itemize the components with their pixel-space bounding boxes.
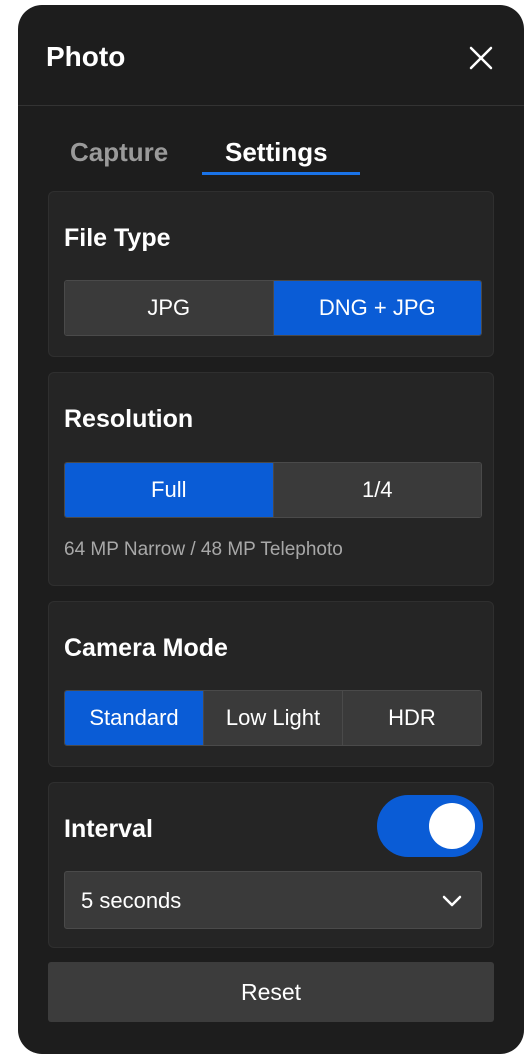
panel-title: Photo [46,41,126,72]
resolution-selector: Full 1/4 [64,462,482,518]
resolution-hint: 64 MP Narrow / 48 MP Telephoto [64,539,343,560]
file-type-card: File Type JPG DNG + JPG [48,191,494,357]
chevron-down-icon [442,895,462,907]
camera-mode-standard-button[interactable]: Standard [65,691,204,745]
file-type-jpg-button[interactable]: JPG [65,281,274,335]
toggle-knob [429,803,475,849]
resolution-quarter-button[interactable]: 1/4 [273,463,481,517]
file-type-dng-jpg-button[interactable]: DNG + JPG [273,281,481,335]
camera-mode-low-light-button[interactable]: Low Light [204,691,343,745]
interval-title: Interval [64,815,153,843]
resolution-card: Resolution Full 1/4 64 MP Narrow / 48 MP… [48,372,494,586]
interval-toggle[interactable] [377,795,483,857]
active-tab-indicator [202,172,360,175]
resolution-full-button[interactable]: Full [65,463,274,517]
tab-settings[interactable]: Settings [225,137,328,168]
interval-card: Interval 5 seconds [48,782,494,948]
interval-select[interactable]: 5 seconds [64,871,482,929]
camera-mode-card: Camera Mode Standard Low Light HDR [48,601,494,767]
camera-mode-hdr-button[interactable]: HDR [343,691,481,745]
file-type-title: File Type [64,224,171,252]
reset-button[interactable]: Reset [48,962,494,1022]
photo-settings-panel: Photo Capture Settings File Type JPG DNG… [18,5,524,1054]
tab-bar: Capture Settings [18,105,524,175]
file-type-selector: JPG DNG + JPG [64,280,482,336]
resolution-title: Resolution [64,405,194,433]
tab-capture[interactable]: Capture [70,137,168,168]
interval-select-value: 5 seconds [81,888,182,913]
camera-mode-title: Camera Mode [64,634,228,662]
camera-mode-selector: Standard Low Light HDR [64,690,482,746]
close-icon [469,46,493,70]
close-button[interactable] [466,43,496,73]
panel-header: Photo [18,5,524,106]
